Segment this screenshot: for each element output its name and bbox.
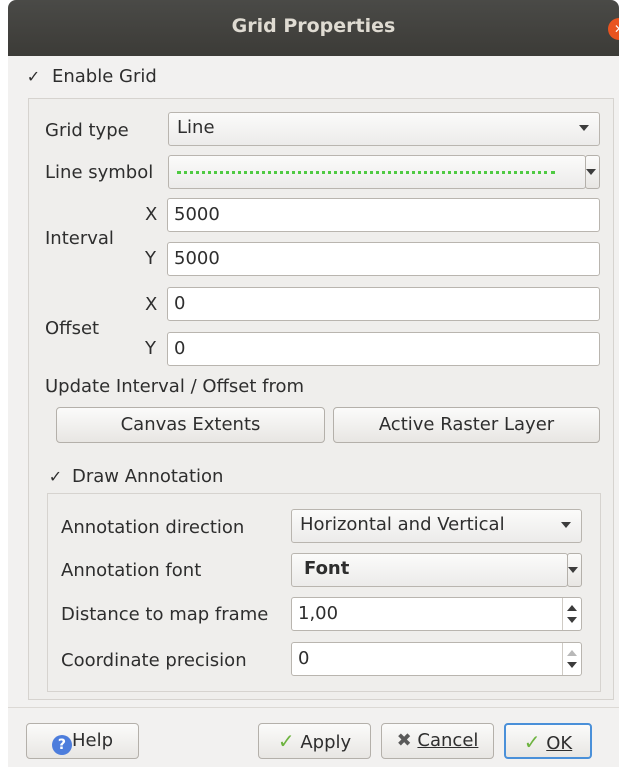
annotation-font-value: Font: [304, 558, 350, 579]
checkmark-icon: ✓: [277, 729, 295, 753]
arrow-down-icon: [567, 617, 577, 623]
interval-y-input[interactable]: 5000: [167, 242, 600, 276]
chevron-down-icon: [568, 567, 578, 573]
grid-type-combo[interactable]: Line: [168, 112, 600, 146]
interval-label: Interval: [45, 228, 114, 249]
line-symbol-button[interactable]: [168, 155, 586, 189]
window-title: Grid Properties: [231, 15, 396, 37]
annotation-font-label: Annotation font: [61, 560, 202, 581]
distance-value: 1,00: [298, 603, 339, 624]
chevron-down-icon: [586, 169, 596, 175]
distance-spinbox[interactable]: 1,00: [291, 597, 582, 631]
offset-y-label: Y: [145, 338, 156, 359]
help-icon: ?: [51, 735, 72, 755]
enable-grid-checkbox[interactable]: ✓: [26, 69, 41, 85]
canvas-extents-button[interactable]: Canvas Extents: [56, 407, 325, 443]
precision-spin-arrows[interactable]: [562, 643, 581, 675]
distance-spin-arrows[interactable]: [562, 598, 581, 630]
line-symbol-dropdown[interactable]: [585, 155, 600, 189]
interval-x-label: X: [145, 204, 158, 225]
dialog-body: ✓ Enable Grid Grid type Line Line symbol…: [8, 56, 619, 767]
offset-x-label: X: [145, 294, 158, 315]
offset-label: Offset: [45, 318, 100, 339]
enable-grid-label: Enable Grid: [52, 66, 157, 87]
chevron-down-icon: [579, 125, 589, 131]
help-button[interactable]: ? Help: [26, 723, 139, 759]
ok-button-label: OK: [546, 733, 573, 754]
annotation-font-button[interactable]: Font: [291, 553, 568, 587]
update-from-label: Update Interval / Offset from: [45, 376, 305, 397]
grid-type-value: Line: [177, 117, 215, 138]
chevron-down-icon: [561, 522, 571, 528]
precision-value: 0: [298, 648, 310, 669]
ok-button[interactable]: ✓ OK: [504, 723, 592, 759]
line-symbol-preview: [177, 171, 555, 174]
annotation-direction-combo[interactable]: Horizontal and Vertical: [291, 509, 582, 543]
help-button-label: Help: [71, 730, 114, 751]
annotation-direction-label: Annotation direction: [61, 517, 245, 538]
draw-annotation-label: Draw Annotation: [72, 466, 224, 487]
annotation-font-dropdown[interactable]: [567, 553, 582, 587]
offset-x-input[interactable]: 0: [167, 287, 600, 321]
offset-y-input[interactable]: 0: [167, 332, 600, 366]
arrow-up-icon: [567, 650, 577, 656]
interval-y-label: Y: [145, 248, 156, 269]
apply-button-label: Apply: [300, 732, 352, 753]
apply-button[interactable]: ✓ Apply: [258, 723, 371, 759]
precision-spinbox[interactable]: 0: [291, 642, 582, 676]
annotation-direction-value: Horizontal and Vertical: [300, 514, 505, 535]
divider: [8, 707, 619, 708]
line-symbol-label: Line symbol: [45, 162, 154, 183]
cancel-button[interactable]: ✖ Cancel: [381, 723, 494, 759]
title-bar: Grid Properties ✕: [8, 0, 619, 56]
grid-type-label: Grid type: [45, 120, 129, 141]
arrow-down-icon: [567, 662, 577, 668]
cancel-button-label: Cancel: [417, 730, 479, 751]
checkmark-icon: ✓: [523, 730, 541, 754]
interval-x-input[interactable]: 5000: [167, 198, 600, 232]
arrow-up-icon: [567, 605, 577, 611]
cancel-icon: ✖: [396, 730, 412, 751]
draw-annotation-checkbox[interactable]: ✓: [48, 469, 63, 485]
distance-label: Distance to map frame: [61, 604, 269, 625]
active-raster-layer-button[interactable]: Active Raster Layer: [333, 407, 600, 443]
precision-label: Coordinate precision: [61, 650, 247, 671]
